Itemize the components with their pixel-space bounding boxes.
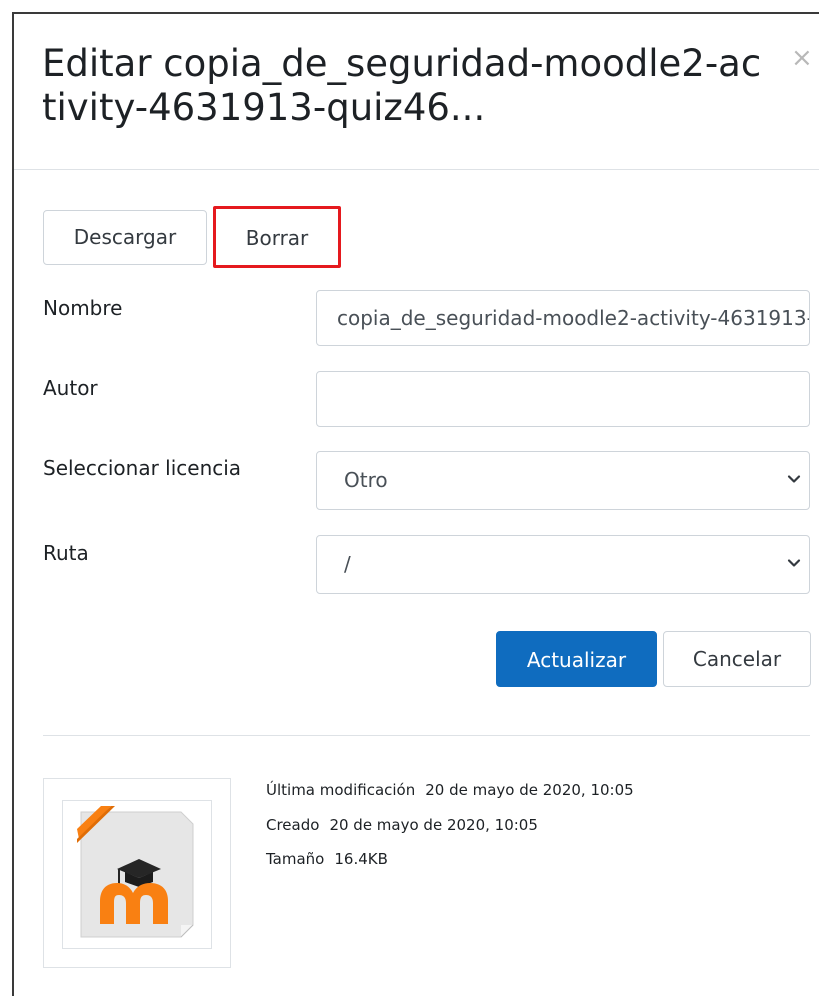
update-button[interactable]: Actualizar (496, 631, 657, 687)
created-value: 20 de mayo de 2020, 10:05 (329, 816, 538, 834)
created-info: Creado 20 de mayo de 2020, 10:05 (266, 816, 538, 834)
author-label: Autor (43, 376, 98, 400)
author-input[interactable] (316, 371, 810, 427)
path-select[interactable]: / (316, 535, 810, 594)
created-label: Creado (266, 816, 320, 834)
modified-label: Última modificación (266, 781, 416, 799)
size-label: Tamaño (266, 850, 325, 868)
modified-info: Última modificación 20 de mayo de 2020, 1… (266, 781, 634, 799)
file-preview-inner (62, 800, 212, 949)
section-divider (43, 735, 810, 736)
file-preview (43, 778, 231, 968)
edit-file-dialog: Editar copia_de_seguridad-moodle2-activi… (14, 14, 819, 996)
delete-button[interactable]: Borrar (213, 206, 341, 268)
modified-value: 20 de mayo de 2020, 10:05 (425, 781, 634, 799)
size-value: 16.4KB (334, 850, 388, 868)
dialog-title: Editar copia_de_seguridad-moodle2-activi… (42, 42, 762, 129)
path-selected-value: / (344, 552, 351, 576)
name-input[interactable]: copia_de_seguridad-moodle2-activity-4631… (316, 290, 810, 346)
header-divider (14, 169, 819, 170)
name-label: Nombre (43, 296, 123, 320)
close-icon[interactable]: × (791, 44, 813, 72)
moodle-backup-file-icon (77, 806, 194, 938)
cancel-button[interactable]: Cancelar (663, 631, 811, 687)
license-selected-value: Otro (344, 468, 388, 492)
license-label: Seleccionar licencia (43, 456, 242, 480)
screen: Editar copia_de_seguridad-moodle2-activi… (0, 0, 819, 996)
size-info: Tamaño 16.4KB (266, 850, 388, 868)
path-label: Ruta (43, 541, 89, 565)
chevron-down-icon (787, 475, 801, 483)
license-select[interactable]: Otro (316, 451, 810, 510)
chevron-down-icon (787, 559, 801, 567)
download-button[interactable]: Descargar (43, 210, 207, 265)
